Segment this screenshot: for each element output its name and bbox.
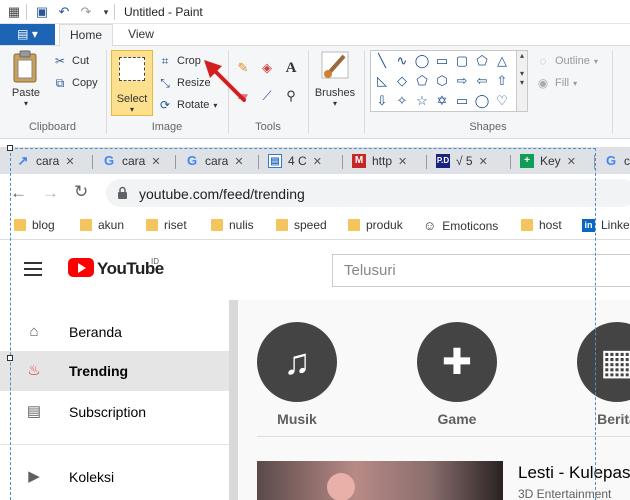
hexagon-shape-icon[interactable]: ⬡ [433,73,451,89]
tab-home[interactable]: Home [59,24,113,46]
paste-button[interactable]: Paste ▾ [6,50,46,116]
callout-oval-shape-icon[interactable]: ◯ [473,93,491,109]
fill-icon: ◉ [537,76,549,90]
select-dropdown-icon[interactable]: ▾ [112,105,152,114]
shapes-group-label: Shapes [469,121,507,133]
tab-view[interactable]: View [117,24,165,46]
divider [308,50,309,134]
four-point-star-shape-icon[interactable]: ✧ [393,93,411,109]
ribbon-tab-row: ▤ ▾ Home View [0,24,630,46]
diamond-shape-icon[interactable]: ◇ [393,73,411,89]
oval-shape-icon[interactable]: ◯ [413,53,431,69]
outline-label: Outline [555,55,590,67]
shapes-gallery[interactable]: ╲ ∿ ◯ ▭ ▢ ⬠ △ ◺ ◇ ⬠ ⬡ ⇨ ⇦ ⇧ ⇩ ✧ ☆ ✡ ▭ ◯ … [370,50,518,112]
polygon-shape-icon[interactable]: ⬠ [473,53,491,69]
arrow-left-shape-icon[interactable]: ⇦ [473,73,491,89]
crop-icon: ⌗ [161,54,169,68]
rotate-icon: ⟳ [159,98,171,112]
heart-shape-icon[interactable]: ♡ [493,93,511,109]
browser-tab-label: c [624,154,630,168]
resize-handle[interactable] [7,145,13,151]
divider [364,50,365,134]
text-tool-icon[interactable]: A [281,58,301,78]
image-group-label: Image [151,121,183,133]
select-label: Select [116,93,148,105]
rectangle-shape-icon[interactable]: ▭ [433,53,451,69]
customize-quick-access-icon[interactable]: ▾ [98,4,114,20]
fill-bucket-icon[interactable]: ◈ [257,58,277,78]
select-button[interactable]: Select ▾ [111,50,153,116]
copy-label: Copy [72,77,98,89]
undo-icon[interactable]: ↶ [56,4,72,20]
scissors-icon: ✂ [54,54,66,68]
right-triangle-shape-icon[interactable]: ◺ [373,73,391,89]
google-icon: G [605,153,617,168]
divider [612,50,613,134]
paste-dropdown-icon[interactable]: ▾ [6,99,46,108]
line-shape-icon[interactable]: ╲ [373,53,391,69]
resize-handle[interactable] [7,355,13,361]
redo-icon[interactable]: ↷ [78,4,94,20]
bookmark-label: Linke [601,218,630,232]
cut-label: Cut [72,55,90,67]
browser-tab[interactable]: G c [596,150,630,172]
arrow-up-shape-icon[interactable]: ⇧ [493,73,511,89]
annotation-arrow [204,60,246,102]
clipboard-group-label: Clipboard [28,121,77,133]
color-picker-icon[interactable]: ⟋ [257,86,277,106]
brushes-label: Brushes [314,87,356,99]
triangle-shape-icon[interactable]: △ [493,53,511,69]
curve-shape-icon[interactable]: ∿ [393,53,411,69]
callout-rect-shape-icon[interactable]: ▭ [453,93,471,109]
outline-icon: ◌ [539,54,547,68]
outline-dropdown-icon: ▾ [593,56,598,66]
crop-label: Crop [177,55,201,67]
arrow-right-shape-icon[interactable]: ⇨ [453,73,471,89]
magnifier-icon[interactable]: ⚲ [281,86,301,106]
file-menu-button[interactable]: ▤ ▾ [0,24,55,45]
fill-label: Fill [555,77,570,89]
divider [106,50,107,134]
tools-group-label: Tools [255,121,281,133]
clipboard-icon [13,50,37,83]
select-rectangle-icon [119,57,145,81]
resize-icon: ⤡ [160,76,170,90]
brushes-button[interactable]: Brushes ▾ [312,50,358,116]
copy-icon: ⧉ [55,76,65,90]
outline-button[interactable]: ◌ Outline ▾ [535,53,598,69]
paste-label: Paste [11,87,41,99]
fill-button[interactable]: ◉ Fill ▾ [535,75,577,91]
six-point-star-shape-icon[interactable]: ✡ [433,93,451,109]
rounded-rectangle-shape-icon[interactable]: ▢ [453,53,471,69]
five-point-star-shape-icon[interactable]: ☆ [413,93,431,109]
pentagon-shape-icon[interactable]: ⬠ [413,73,431,89]
save-icon[interactable]: ▣ [34,4,50,20]
fill-dropdown-icon: ▾ [573,78,578,88]
brush-icon [321,51,349,79]
paint-titlebar: ▦ ▣ ↶ ↷ ▾ Untitled - Paint [0,0,630,24]
paint-canvas[interactable]: ↗ cara ✕ G cara ✕ G cara ✕ ▤ 4 C ✕ M htt… [0,139,630,500]
selection-outline [10,148,596,500]
shapes-gallery-scroll[interactable]: ▴ ▾ ▾ [516,50,528,112]
ribbon: Paste ▾ ✂ Cut ⧉ Copy Clipboard Select ▾ … [0,46,630,139]
brushes-dropdown-icon[interactable]: ▾ [312,99,358,108]
window-title: Untitled - Paint [124,5,203,19]
arrow-down-shape-icon[interactable]: ⇩ [373,93,391,109]
cut-button[interactable]: ✂ Cut [52,53,89,69]
crop-button[interactable]: ⌗ Crop [157,53,201,69]
copy-button[interactable]: ⧉ Copy [52,75,98,91]
paint-app-icon: ▦ [7,4,21,19]
